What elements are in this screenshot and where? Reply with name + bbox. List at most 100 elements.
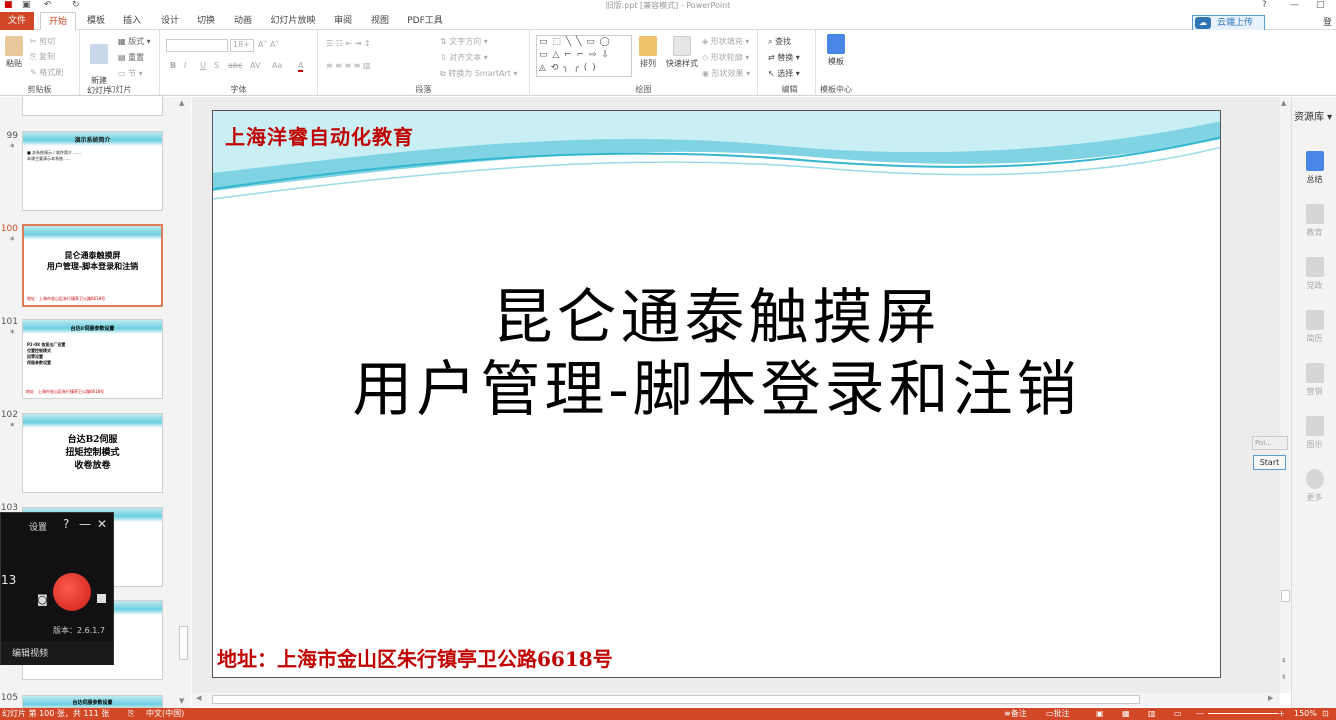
cut-button[interactable]: ✂ 剪切: [30, 36, 55, 47]
slide-thumbnail-102[interactable]: 台达B2伺服 扭矩控制模式 收卷放卷: [22, 413, 163, 493]
prev-slide-icon[interactable]: ⇞: [1281, 657, 1287, 665]
zoom-level[interactable]: 150%: [1294, 708, 1317, 720]
slide-vertical-scrollbar[interactable]: ▲ ⇞ ⇟: [1280, 97, 1291, 693]
notes-button[interactable]: ≡ 备注: [1004, 708, 1027, 720]
resource-library-title[interactable]: 资源库 ▾: [1294, 108, 1332, 123]
copy-button[interactable]: ⎘ 复制: [30, 51, 55, 62]
tab-transitions[interactable]: 切换: [192, 12, 220, 30]
quick-styles-button[interactable]: 快速样式: [664, 36, 700, 69]
slide-thumbnail-98[interactable]: [22, 95, 163, 116]
slide-sorter-icon[interactable]: ▦: [1122, 708, 1130, 720]
minimize-icon[interactable]: —: [1290, 0, 1299, 10]
vertical-scroll-thumb[interactable]: [1281, 590, 1290, 602]
font-color-button[interactable]: A: [298, 61, 304, 72]
bold-button[interactable]: B: [170, 61, 176, 70]
reading-view-icon[interactable]: ▥: [1148, 708, 1156, 720]
reset-button[interactable]: ▤ 重置: [118, 52, 144, 63]
section-button[interactable]: ▭ 节 ▾: [118, 68, 143, 79]
tab-view[interactable]: 视图: [366, 12, 394, 30]
clipboard-group-label: 剪贴板: [27, 85, 52, 94]
slide-thumbnail-99[interactable]: 演示系统简介 ■ 本系统演示 / 软件简介 …… 本课主要演示本系统……: [22, 131, 163, 211]
template-button[interactable]: 模板: [820, 34, 852, 67]
resume-icon: [1305, 310, 1324, 330]
recorder-settings-button[interactable]: 设置: [29, 520, 47, 533]
paste-button[interactable]: 粘贴: [3, 36, 25, 69]
shadow-button[interactable]: S: [214, 61, 219, 70]
font-size-dropdown[interactable]: 18+: [230, 39, 254, 52]
zoom-slider[interactable]: [1208, 713, 1278, 714]
resource-summary[interactable]: 总结: [1292, 151, 1336, 185]
resource-more[interactable]: 更多: [1292, 469, 1336, 503]
replace-button[interactable]: ⇄ 替换 ▾: [768, 52, 800, 63]
zoom-out-icon[interactable]: —: [1196, 708, 1204, 720]
next-slide-icon[interactable]: ⇟: [1281, 673, 1287, 681]
spellcheck-icon[interactable]: ⎘: [128, 708, 134, 720]
resource-resume[interactable]: 简历: [1292, 310, 1336, 344]
list-buttons-icon[interactable]: ☰ ☷ ⇤ ⇥ ↕: [326, 39, 371, 48]
change-case-button[interactable]: Aa: [272, 61, 282, 70]
fit-slide-icon[interactable]: ⊡: [1322, 708, 1329, 720]
tab-review[interactable]: 审阅: [329, 12, 357, 30]
thumbnails-scroll-thumb[interactable]: [179, 626, 188, 660]
reset-label: 重置: [128, 53, 145, 62]
strikethrough-button[interactable]: abc: [228, 61, 242, 70]
resource-marketing[interactable]: 营销: [1292, 363, 1336, 397]
recorder-minimize-icon[interactable]: —: [79, 517, 91, 531]
shapes-gallery[interactable]: ▭ ⬚ ╲ ╲ ▭ ◯ ▭ △ ⌐ ⌐ ⇨ ⇩ ◬ ⟲ ╮ ╭ ( ): [536, 35, 632, 77]
tab-pdf-tools[interactable]: PDF工具: [404, 12, 446, 30]
language-status[interactable]: 中文(中国): [146, 708, 184, 720]
resource-diagram[interactable]: 图示: [1292, 416, 1336, 450]
recorder-close-icon[interactable]: ✕: [97, 517, 107, 531]
help-button[interactable]: ?: [1262, 0, 1267, 10]
tab-home[interactable]: 开始: [40, 12, 76, 31]
restore-icon[interactable]: □: [1316, 0, 1325, 10]
slide-thumbnail-105[interactable]: 台达伺服参数设置: [22, 695, 163, 708]
tab-design[interactable]: 设计: [156, 12, 184, 30]
resource-government[interactable]: 党政: [1292, 257, 1336, 291]
char-spacing-button[interactable]: AV: [250, 61, 260, 70]
arrange-button[interactable]: 排列: [636, 36, 660, 69]
zoom-in-icon[interactable]: +: [1278, 708, 1285, 720]
format-painter-button[interactable]: ✎ 格式刷: [30, 67, 63, 78]
align-text-button[interactable]: ⇳ 对齐文本 ▾: [440, 52, 488, 63]
slide-thumbnail-101[interactable]: 台达E伺服参数设置 P2-08 恢复出厂设置 位置控制模式 回零设置 伺服参数设…: [22, 319, 163, 399]
slide-thumbnail-100[interactable]: 昆仑通泰触摸屏 用户管理-脚本登录和注销 地址：上海市金山区朱行镇亭卫公路661…: [22, 224, 163, 307]
shape-fill-button[interactable]: ◈ 形状填充 ▾: [702, 36, 749, 47]
slideshow-view-icon[interactable]: ▭: [1174, 708, 1182, 720]
shape-outline-button[interactable]: ◇ 形状轮廓 ▾: [702, 52, 749, 63]
italic-button[interactable]: I: [184, 61, 186, 70]
stop-icon[interactable]: [97, 594, 106, 603]
scroll-up-icon[interactable]: ▲: [179, 99, 184, 107]
font-name-dropdown[interactable]: [166, 39, 228, 52]
layout-button[interactable]: ▦ 版式 ▾: [118, 36, 151, 47]
pointer-start-button[interactable]: Start: [1253, 455, 1286, 470]
grow-font-icon[interactable]: A˄ A˅: [258, 40, 280, 49]
recorder-help-icon[interactable]: ?: [63, 517, 69, 531]
scroll-up-icon[interactable]: ▲: [1281, 99, 1286, 107]
smartart-button[interactable]: ⧉ 转换为 SmartArt ▾: [440, 68, 517, 79]
tab-template[interactable]: 模板: [82, 12, 110, 30]
tab-animations[interactable]: 动画: [229, 12, 257, 30]
record-button[interactable]: [53, 573, 91, 611]
edit-video-button[interactable]: 编辑视频: [1, 641, 113, 665]
normal-view-icon[interactable]: ▣: [1096, 708, 1104, 720]
comments-button[interactable]: ▭ 批注: [1046, 708, 1070, 720]
find-button[interactable]: ⌕ 查找: [768, 36, 791, 47]
scroll-right-icon[interactable]: ▶: [1268, 694, 1273, 702]
resource-education[interactable]: 教育: [1292, 204, 1336, 238]
align-buttons-icon[interactable]: ≡ ≡ ≡ ≡ ▥: [326, 61, 371, 70]
shape-effects-button[interactable]: ◉ 形状效果 ▾: [702, 68, 750, 79]
cloud-upload-button[interactable]: ☁ 云端上传: [1192, 15, 1265, 31]
current-slide[interactable]: 上海洋睿自动化教育 昆仑通泰触摸屏 用户管理-脚本登录和注销 地址：上海市金山区…: [212, 110, 1221, 678]
horizontal-scroll-thumb[interactable]: [212, 695, 1140, 704]
text-direction-button[interactable]: ⇅ 文字方向 ▾: [440, 36, 488, 47]
thumbnails-scrollbar[interactable]: ▲ ▼: [176, 97, 191, 708]
underline-button[interactable]: U: [200, 61, 206, 70]
tab-insert[interactable]: 插入: [118, 12, 146, 30]
camera-icon[interactable]: ◙: [37, 593, 48, 606]
scroll-left-icon[interactable]: ◀: [196, 694, 201, 702]
tab-slideshow[interactable]: 幻灯片放映: [268, 12, 318, 30]
select-button[interactable]: ↖ 选择 ▾: [768, 68, 800, 79]
scroll-down-icon[interactable]: ▼: [179, 697, 184, 705]
tab-file[interactable]: 文件: [0, 12, 34, 30]
